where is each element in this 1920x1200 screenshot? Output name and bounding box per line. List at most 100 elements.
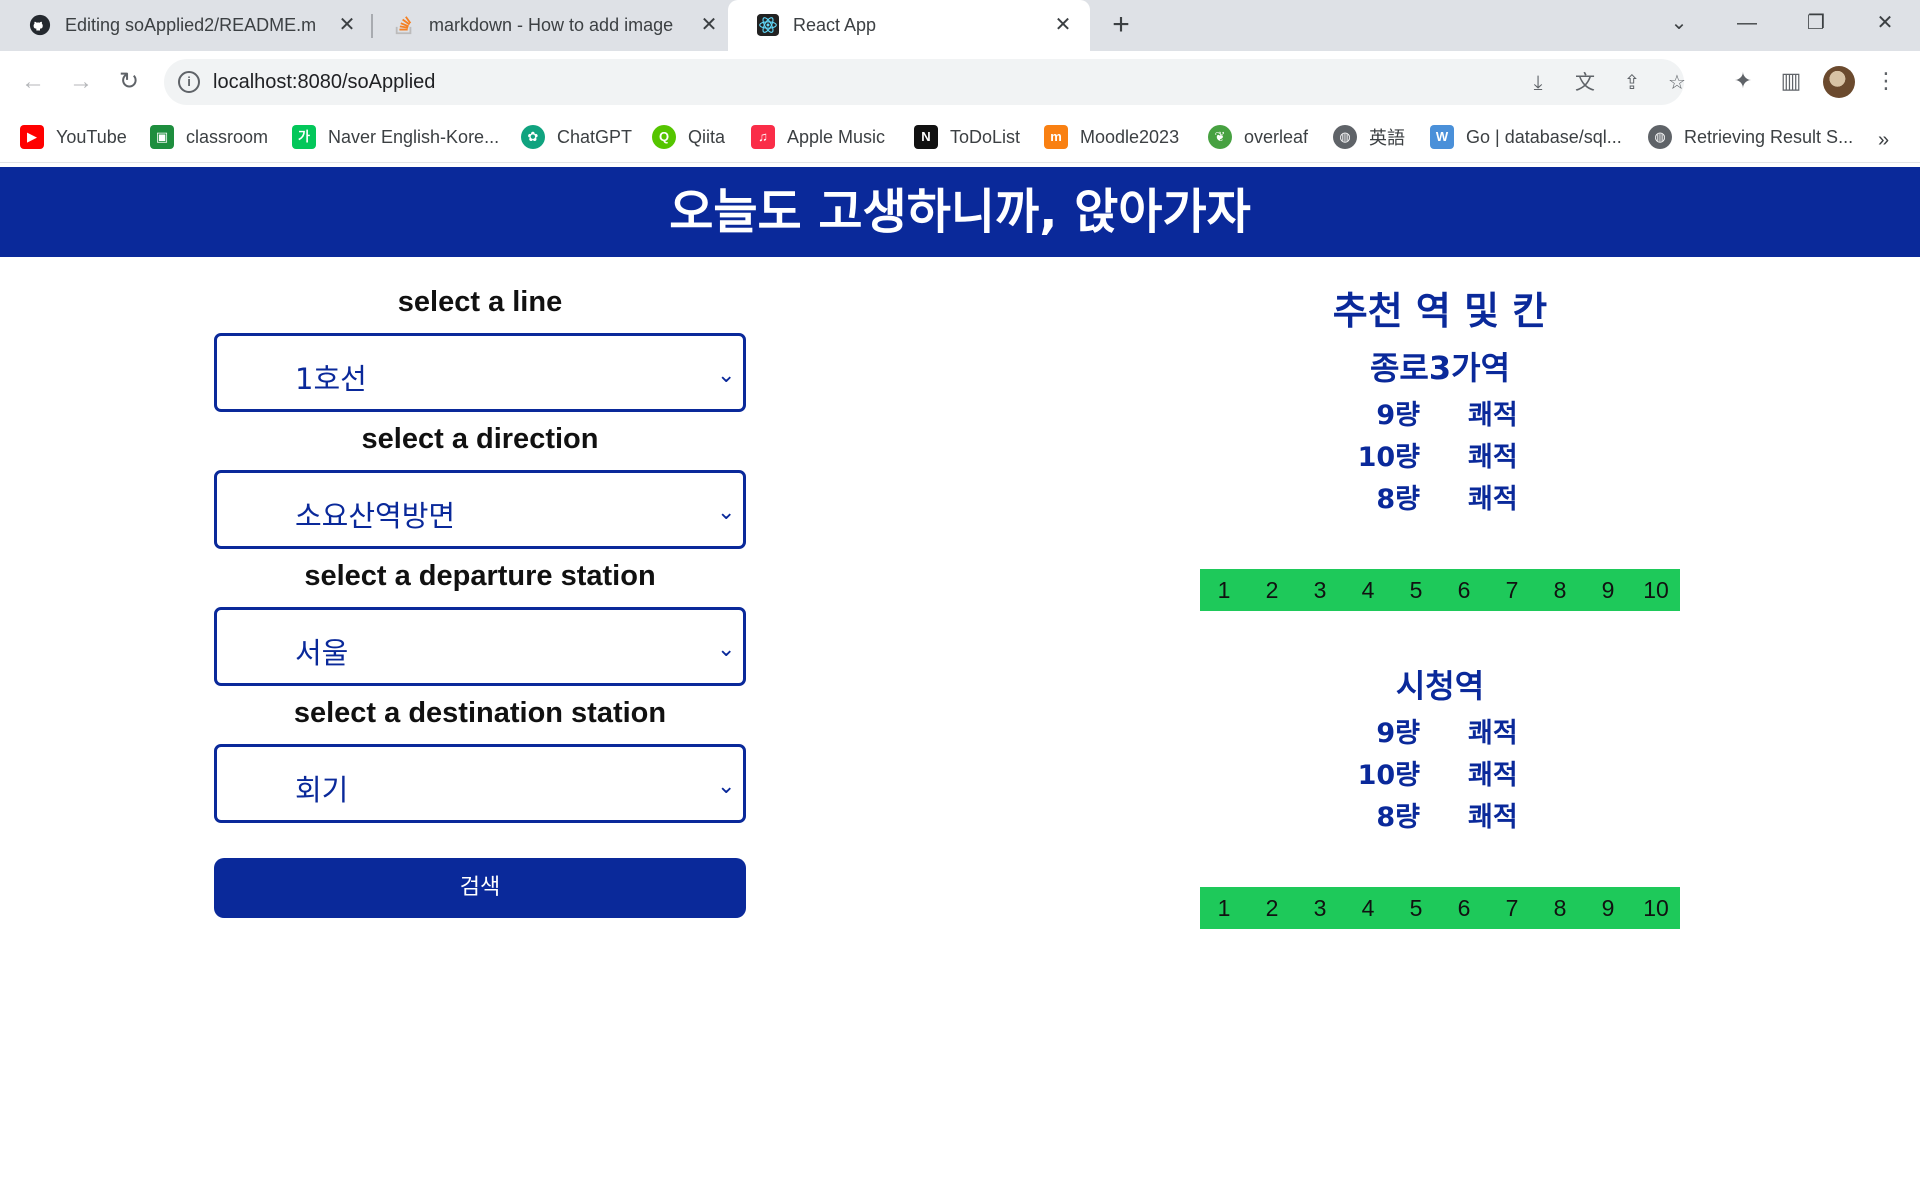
bookmark-moodle[interactable]: m Moodle2023 — [1044, 123, 1179, 151]
bookmark-english[interactable]: ◍ 英語 — [1333, 123, 1405, 151]
bookmark-label: Apple Music — [787, 126, 886, 147]
react-icon — [757, 14, 779, 36]
train-car: 1 — [1217, 577, 1231, 603]
reload-button[interactable]: ↻ — [112, 65, 146, 99]
destination-select-value: 회기 — [295, 773, 349, 807]
car-status: 쾌적 — [1468, 718, 1518, 749]
bookmark-label: 英語 — [1369, 128, 1405, 148]
destination-label: select a destination station — [293, 697, 667, 729]
page-content: 오늘도 고생하니까, 앉아가자 select a line 1호선 ⌄ sele… — [0, 163, 1920, 1200]
car-status: 쾌적 — [1468, 760, 1518, 791]
train-car: 7 — [1505, 895, 1519, 921]
share-icon[interactable]: ⇪ — [1619, 70, 1645, 96]
bookmark-label: ToDoList — [950, 126, 1021, 147]
train-car: 1 — [1217, 895, 1231, 921]
browser-toolbar: ← → ↻ i localhost:8080/soApplied ⤓ 文 ⇪ ☆… — [0, 51, 1920, 113]
station-block: 종로3가역 9량 쾌적 10량 쾌적 8량 쾌적 1 2 3 4 5 6 7 8 9 … — [1198, 341, 1682, 659]
restore-button[interactable]: ❐ — [1796, 8, 1836, 38]
overleaf-icon: ❦ — [1208, 125, 1232, 149]
bookmark-retrieving-result[interactable]: ◍ Retrieving Result S... — [1648, 123, 1853, 151]
tab-react-app[interactable]: React App ✕ — [728, 0, 1090, 51]
qiita-icon: Q — [652, 125, 676, 149]
recommendation-title: 추천 역 및 칸 — [1332, 289, 1548, 333]
bookmark-label: Retrieving Result S... — [1684, 126, 1854, 147]
bookmark-chatgpt[interactable]: ✿ ChatGPT — [521, 123, 632, 151]
side-panel-icon[interactable]: ▥ — [1775, 65, 1807, 97]
search-button[interactable]: 검색 — [214, 858, 746, 918]
bookmark-label: classroom — [186, 126, 269, 147]
install-app-icon[interactable]: ⤓ — [1525, 70, 1551, 96]
tab-stackoverflow[interactable]: markdown - How to add image ✕ — [364, 0, 736, 51]
train-car-diagram: 1 2 3 4 5 6 7 8 9 10 — [1200, 887, 1680, 929]
line-select[interactable]: 1호선 ⌄ — [214, 333, 746, 412]
bookmark-overleaf[interactable]: ❦ overleaf — [1208, 123, 1308, 151]
recommendation-panel: 추천 역 및 칸 종로3가역 9량 쾌적 10량 쾌적 8량 쾌적 1 2 3 4 5… — [1198, 281, 1682, 959]
youtube-icon: ▶ — [20, 125, 44, 149]
train-car: 8 — [1553, 895, 1567, 921]
notion-icon: N — [914, 125, 938, 149]
direction-label: select a direction — [361, 423, 599, 455]
line-select-value: 1호선 — [295, 362, 367, 396]
car-number: 9량 — [1376, 718, 1420, 749]
more-bookmarks-icon[interactable]: » — [1878, 129, 1889, 152]
extensions-icon[interactable]: ✦ — [1727, 65, 1759, 97]
tab-github[interactable]: Editing soApplied2/README.m ✕ — [0, 0, 372, 51]
tab-search-icon[interactable]: ⌄ — [1659, 8, 1699, 38]
car-recommendation: 10량 쾌적 — [1198, 755, 1682, 797]
close-icon[interactable]: ✕ — [1050, 12, 1076, 38]
train-car: 3 — [1313, 895, 1327, 921]
profile-avatar[interactable] — [1823, 66, 1855, 98]
train-car: 9 — [1601, 895, 1615, 921]
forward-button[interactable]: → — [64, 65, 98, 99]
minimize-button[interactable]: — — [1727, 8, 1767, 38]
naver-icon: 가 — [292, 125, 316, 149]
station-block: 시청역 9량 쾌적 10량 쾌적 8량 쾌적 1 2 3 4 5 6 7 8 9 10 — [1198, 659, 1682, 959]
translate-icon[interactable]: 文 — [1572, 70, 1598, 96]
car-recommendation: 10량 쾌적 — [1198, 437, 1682, 479]
direction-select[interactable]: 소요산역방면 ⌄ — [214, 470, 746, 549]
departure-select[interactable]: 서울 ⌄ — [214, 607, 746, 686]
direction-select-value: 소요산역방면 — [295, 499, 456, 533]
chevron-down-icon: ⌄ — [717, 773, 736, 798]
site-info-icon[interactable]: i — [178, 71, 200, 93]
bookmark-star-icon[interactable]: ☆ — [1664, 70, 1690, 96]
bookmark-classroom[interactable]: ▣ classroom — [150, 123, 268, 151]
destination-select[interactable]: 회기 ⌄ — [214, 744, 746, 823]
url-text[interactable]: localhost:8080/soApplied — [213, 71, 435, 94]
new-tab-button[interactable]: + — [1105, 10, 1137, 42]
train-car-diagram: 1 2 3 4 5 6 7 8 9 10 — [1200, 569, 1680, 611]
car-number: 8량 — [1376, 802, 1420, 833]
bookmark-label: overleaf — [1244, 126, 1309, 147]
train-car: 5 — [1409, 895, 1423, 921]
apple-music-icon: ♫ — [751, 125, 775, 149]
menu-icon[interactable]: ⋮ — [1870, 65, 1902, 97]
globe-icon: ◍ — [1333, 125, 1357, 149]
wk-icon: W — [1430, 125, 1454, 149]
train-car: 4 — [1361, 577, 1375, 603]
back-button[interactable]: ← — [16, 65, 50, 99]
bookmark-label: Qiita — [688, 126, 726, 147]
bookmarks-bar: ▶ YouTube ▣ classroom 가 Naver English-Kore.… — [0, 113, 1920, 163]
classroom-icon: ▣ — [150, 125, 174, 149]
address-bar[interactable]: i localhost:8080/soApplied ⤓ 文 ⇪ ☆ — [164, 59, 1686, 105]
bookmark-label: Moodle2023 — [1080, 126, 1180, 147]
bookmark-go-database[interactable]: W Go | database/sql... — [1430, 123, 1622, 151]
bookmark-apple-music[interactable]: ♫ Apple Music — [751, 123, 885, 151]
bookmark-todolist[interactable]: N ToDoList — [914, 123, 1020, 151]
departure-select-value: 서울 — [295, 636, 349, 670]
train-car: 8 — [1553, 577, 1567, 603]
tab-title: markdown - How to add image — [429, 15, 674, 35]
car-number: 10량 — [1357, 760, 1420, 791]
bookmark-label: Naver English-Kore... — [328, 126, 500, 147]
departure-label: select a departure station — [304, 560, 656, 592]
bookmark-youtube[interactable]: ▶ YouTube — [20, 123, 127, 151]
tab-title: Editing soApplied2/README.m — [65, 15, 317, 35]
moodle-icon: m — [1044, 125, 1068, 149]
bookmark-qiita[interactable]: Q Qiita — [652, 123, 725, 151]
close-window-button[interactable]: ✕ — [1865, 8, 1905, 38]
close-icon[interactable]: ✕ — [334, 12, 360, 38]
github-icon — [29, 14, 51, 36]
bookmark-naver[interactable]: 가 Naver English-Kore... — [292, 123, 499, 151]
train-car: 7 — [1505, 577, 1519, 603]
close-icon[interactable]: ✕ — [696, 12, 722, 38]
